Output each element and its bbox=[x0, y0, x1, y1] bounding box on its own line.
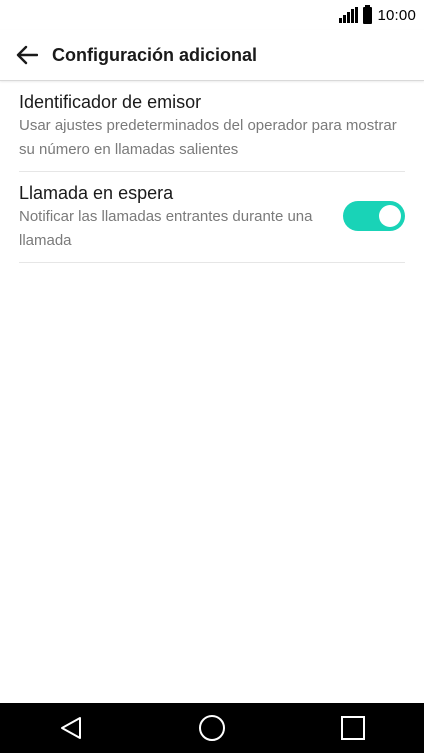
app-bar: Configuración adicional bbox=[0, 30, 424, 81]
setting-call-waiting[interactable]: Llamada en espera Notificar las llamadas… bbox=[19, 172, 405, 263]
triangle-back-icon bbox=[60, 717, 81, 739]
signal-bars-icon bbox=[339, 7, 359, 23]
setting-caller-id[interactable]: Identificador de emisor Usar ajustes pre… bbox=[19, 82, 405, 172]
square-recents-icon bbox=[341, 716, 366, 740]
navigation-bar bbox=[0, 703, 424, 753]
setting-title: Llamada en espera bbox=[19, 183, 174, 203]
arrow-back-icon bbox=[16, 45, 38, 65]
nav-recents-button[interactable] bbox=[323, 703, 383, 753]
settings-list: Identificador de emisor Usar ajustes pre… bbox=[19, 82, 405, 263]
circle-home-icon bbox=[198, 715, 225, 741]
page-title: Configuración adicional bbox=[52, 44, 258, 65]
nav-back-button[interactable] bbox=[41, 703, 101, 753]
setting-subtitle: Notificar las llamadas entrantes durante… bbox=[19, 208, 313, 249]
battery-icon bbox=[363, 4, 373, 24]
back-button[interactable] bbox=[2, 30, 52, 81]
nav-home-button[interactable] bbox=[182, 703, 242, 753]
status-bar: 10:00 bbox=[0, 0, 424, 30]
call-waiting-toggle[interactable] bbox=[343, 201, 405, 231]
toggle-knob bbox=[379, 205, 401, 227]
clock: 10:00 bbox=[377, 6, 416, 24]
setting-title: Identificador de emisor bbox=[19, 92, 202, 112]
setting-subtitle: Usar ajustes predeterminados del operado… bbox=[19, 117, 397, 158]
